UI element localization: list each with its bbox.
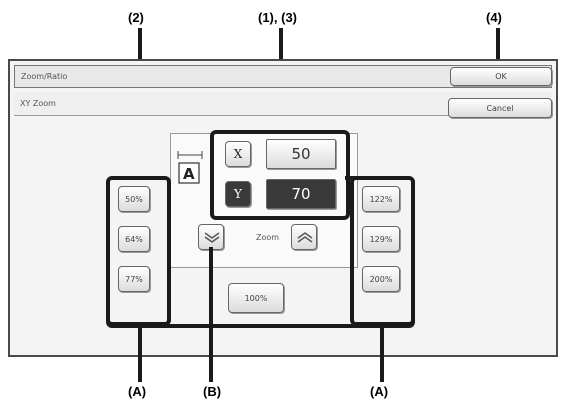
chevron-down-icon	[204, 232, 220, 243]
chevron-up-icon	[297, 232, 313, 243]
leader-line-a-right	[380, 326, 384, 382]
document-icon: A	[177, 151, 203, 184]
screen-title: Zoom/Ratio	[21, 72, 68, 81]
highlight-enlarge-presets	[350, 176, 415, 326]
highlight-connector	[345, 176, 355, 180]
highlight-bottom-bar	[106, 316, 415, 328]
svg-text:A: A	[183, 165, 195, 183]
reset-100-button[interactable]: 100%	[228, 283, 284, 313]
zoom-up-button[interactable]	[291, 224, 317, 250]
highlight-reduce-presets	[106, 176, 171, 326]
ok-button[interactable]: OK	[450, 67, 552, 86]
highlight-xy-fields	[210, 130, 350, 220]
leader-line-b	[209, 247, 213, 382]
zoom-label: Zoom	[256, 233, 280, 242]
leader-line-a-left	[138, 326, 142, 382]
sub-title: XY Zoom	[20, 99, 56, 108]
cancel-button[interactable]: Cancel	[448, 98, 552, 118]
